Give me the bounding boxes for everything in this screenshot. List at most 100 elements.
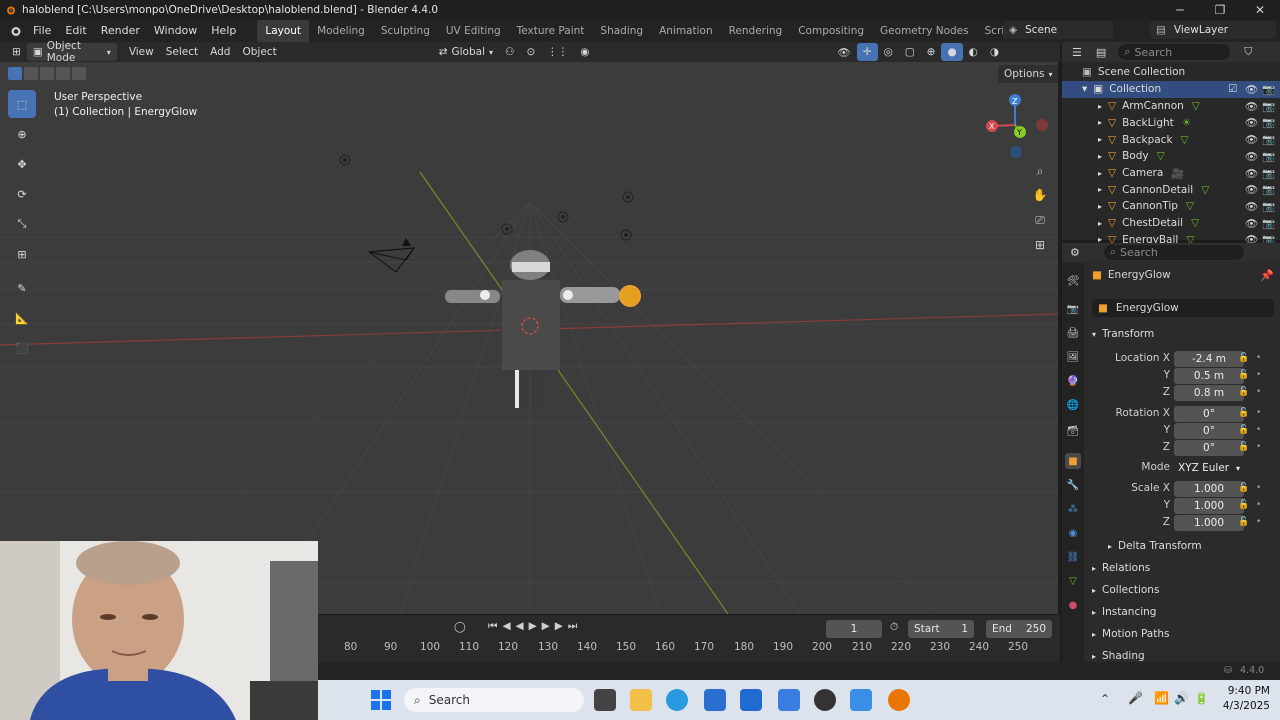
solid-shading-icon[interactable]: ● bbox=[941, 43, 963, 61]
expand-arrow-icon[interactable]: ▸ bbox=[1098, 135, 1102, 144]
material-shading-icon[interactable]: ◐ bbox=[963, 43, 984, 61]
windows-start-icon[interactable] bbox=[370, 689, 392, 711]
menu-help[interactable]: Help bbox=[204, 20, 243, 42]
keyframe-dot-icon[interactable]: • bbox=[1256, 442, 1261, 452]
lock-icon[interactable]: 🔓 bbox=[1238, 353, 1249, 363]
record-icon[interactable]: ◯ bbox=[454, 621, 466, 633]
camera-render-icon[interactable]: 📷 bbox=[1262, 83, 1275, 96]
menu-edit[interactable]: Edit bbox=[58, 20, 93, 42]
eye-icon[interactable]: 👁 bbox=[1245, 83, 1258, 96]
expand-arrow-icon[interactable]: ▸ bbox=[1098, 219, 1102, 228]
camera-render-icon[interactable]: 📷 bbox=[1262, 167, 1275, 180]
location-y-field[interactable]: 0.5 m bbox=[1174, 368, 1244, 384]
move-tool-icon[interactable]: ✥ bbox=[8, 150, 36, 178]
rotation-y-field[interactable]: 0° bbox=[1174, 423, 1244, 439]
collection-row[interactable]: ▾ ▣ Collection ☑ 👁 📷 bbox=[1062, 81, 1280, 98]
expand-arrow-icon[interactable]: ▾ bbox=[1082, 83, 1087, 95]
tray-chevron-icon[interactable]: ⌃ bbox=[1100, 692, 1110, 706]
editor-type-icon[interactable]: ⊞ bbox=[6, 43, 27, 61]
constraints-tab-icon[interactable]: ⛓ bbox=[1065, 549, 1081, 565]
microphone-icon[interactable]: 🎤 bbox=[1128, 691, 1143, 705]
measure-tool-icon[interactable]: 📐 bbox=[8, 304, 36, 332]
select-extend-icon[interactable] bbox=[24, 67, 38, 80]
outliner-item[interactable]: ▸ ▽ Body ▽ 👁 📷 bbox=[1062, 148, 1280, 165]
light-icon[interactable] bbox=[618, 227, 634, 243]
outlook-icon[interactable] bbox=[740, 689, 762, 711]
tool-tab-icon[interactable]: 🛠 bbox=[1065, 273, 1081, 289]
keyframe-dot-icon[interactable]: • bbox=[1256, 387, 1261, 397]
options-dropdown[interactable]: Options ▾ bbox=[998, 65, 1058, 83]
select-subtract-icon[interactable] bbox=[40, 67, 54, 80]
expand-arrow-icon[interactable]: ▸ bbox=[1098, 202, 1102, 211]
workspace-tab-layout[interactable]: Layout bbox=[257, 20, 310, 42]
keyframe-dot-icon[interactable]: • bbox=[1256, 483, 1261, 493]
clock-time[interactable]: 9:40 PM bbox=[1222, 685, 1270, 697]
outliner-item[interactable]: ▸ ▽ ArmCannon ▽ 👁 📷 bbox=[1062, 98, 1280, 115]
eye-icon[interactable]: 👁 bbox=[1245, 116, 1258, 129]
keyframe-dot-icon[interactable]: • bbox=[1256, 370, 1261, 380]
workspace-tab-geometry-nodes[interactable]: Geometry Nodes bbox=[872, 20, 977, 42]
select-box-tool-icon[interactable]: ⬚ bbox=[8, 90, 36, 118]
object-tab-icon[interactable]: ■ bbox=[1065, 453, 1081, 469]
visibility-icon[interactable]: 👁 bbox=[831, 43, 856, 61]
select-new-icon[interactable] bbox=[8, 67, 22, 80]
workspace-tab-rendering[interactable]: Rendering bbox=[721, 20, 791, 42]
scale-z-field[interactable]: 1.000 bbox=[1174, 515, 1244, 531]
timeline[interactable]: ◯ ⏮◀◀▶▶▶⏭ 1 ⏱ Start 1 End 250 80 90 100 11… bbox=[318, 614, 1060, 662]
pivot-icon[interactable]: ⚇ bbox=[499, 43, 520, 61]
lock-icon[interactable]: 🔓 bbox=[1238, 483, 1249, 493]
wireframe-shading-icon[interactable]: ⊕ bbox=[921, 43, 942, 61]
outliner-item[interactable]: ▸ ▽ Camera 🎥 👁 📷 bbox=[1062, 165, 1280, 182]
pan-hand-icon[interactable]: ✋ bbox=[1029, 184, 1051, 206]
add-cube-tool-icon[interactable]: ⬛ bbox=[8, 334, 36, 362]
view-layer-selector[interactable]: ▤ ViewLayer bbox=[1150, 21, 1276, 39]
keyframe-dot-icon[interactable]: • bbox=[1256, 500, 1261, 510]
gizmo-toggle-icon[interactable]: ✛ bbox=[856, 43, 878, 61]
cursor-tool-icon[interactable]: ⊕ bbox=[8, 120, 36, 148]
menu-render[interactable]: Render bbox=[94, 20, 147, 42]
keyframe-dot-icon[interactable]: • bbox=[1256, 353, 1261, 363]
workspace-tab-shading[interactable]: Shading bbox=[592, 20, 651, 42]
eye-icon[interactable]: 👁 bbox=[1245, 100, 1258, 113]
3d-viewport[interactable]: User Perspective (1) Collection | Energy… bbox=[0, 62, 1058, 614]
snap-icon[interactable]: ⊙ bbox=[520, 43, 541, 61]
data-tab-icon[interactable]: ▽ bbox=[1065, 573, 1081, 589]
material-tab-icon[interactable]: ● bbox=[1065, 597, 1081, 613]
menu-window[interactable]: Window bbox=[147, 20, 204, 42]
zoom-icon[interactable]: ⌕ bbox=[1029, 160, 1051, 182]
eye-icon[interactable]: 👁 bbox=[1245, 150, 1258, 163]
light-icon[interactable] bbox=[337, 152, 353, 168]
store-icon[interactable] bbox=[704, 689, 726, 711]
rotation-mode-dropdown[interactable]: XYZ Euler ▾ bbox=[1174, 460, 1244, 476]
output-tab-icon[interactable]: 🖨 bbox=[1065, 325, 1081, 341]
task-view-icon[interactable] bbox=[594, 689, 616, 711]
start-frame-field[interactable]: Start 1 bbox=[908, 620, 974, 638]
keyframe-dot-icon[interactable]: • bbox=[1256, 517, 1261, 527]
lock-icon[interactable]: 🔓 bbox=[1238, 387, 1249, 397]
workspace-tab-uv-editing[interactable]: UV Editing bbox=[438, 20, 509, 42]
eye-icon[interactable]: 👁 bbox=[1245, 217, 1258, 230]
lock-icon[interactable]: 🔓 bbox=[1238, 517, 1249, 527]
light-icon[interactable] bbox=[555, 209, 571, 225]
rendered-shading-icon[interactable]: ◑ bbox=[984, 43, 1005, 61]
collections-panel[interactable]: ▸ Collections bbox=[1092, 580, 1159, 600]
menu-view[interactable]: View bbox=[123, 43, 160, 61]
menu-file[interactable]: File bbox=[26, 20, 58, 42]
proportional-edit-icon[interactable]: ◉ bbox=[574, 43, 595, 61]
scene-selector[interactable]: ◈ Scene bbox=[1003, 21, 1113, 39]
expand-arrow-icon[interactable]: ▸ bbox=[1098, 152, 1102, 161]
select-intersect-icon[interactable] bbox=[72, 67, 86, 80]
outliner-item[interactable]: ▸ ▽ BackLight ☀ 👁 📷 bbox=[1062, 115, 1280, 132]
modifier-tab-icon[interactable]: 🔧 bbox=[1065, 477, 1081, 493]
wifi-icon[interactable]: 📶 bbox=[1154, 691, 1169, 705]
workspace-tab-animation[interactable]: Animation bbox=[651, 20, 721, 42]
lock-icon[interactable]: 🔓 bbox=[1238, 408, 1249, 418]
light-icon[interactable] bbox=[499, 221, 515, 237]
camera-render-icon[interactable]: 📷 bbox=[1262, 150, 1275, 163]
eye-icon[interactable]: 👁 bbox=[1245, 183, 1258, 196]
delta-transform-panel[interactable]: ▸ Delta Transform bbox=[1108, 536, 1202, 556]
frame-ruler[interactable]: 80 90 100 110 120 130 140 150 160 170 18… bbox=[318, 641, 1060, 659]
camera-view-icon[interactable]: ⎚ bbox=[1029, 209, 1051, 231]
scene-tab-icon[interactable]: 🔮 bbox=[1065, 373, 1081, 389]
camera-render-icon[interactable]: 📷 bbox=[1262, 183, 1275, 196]
